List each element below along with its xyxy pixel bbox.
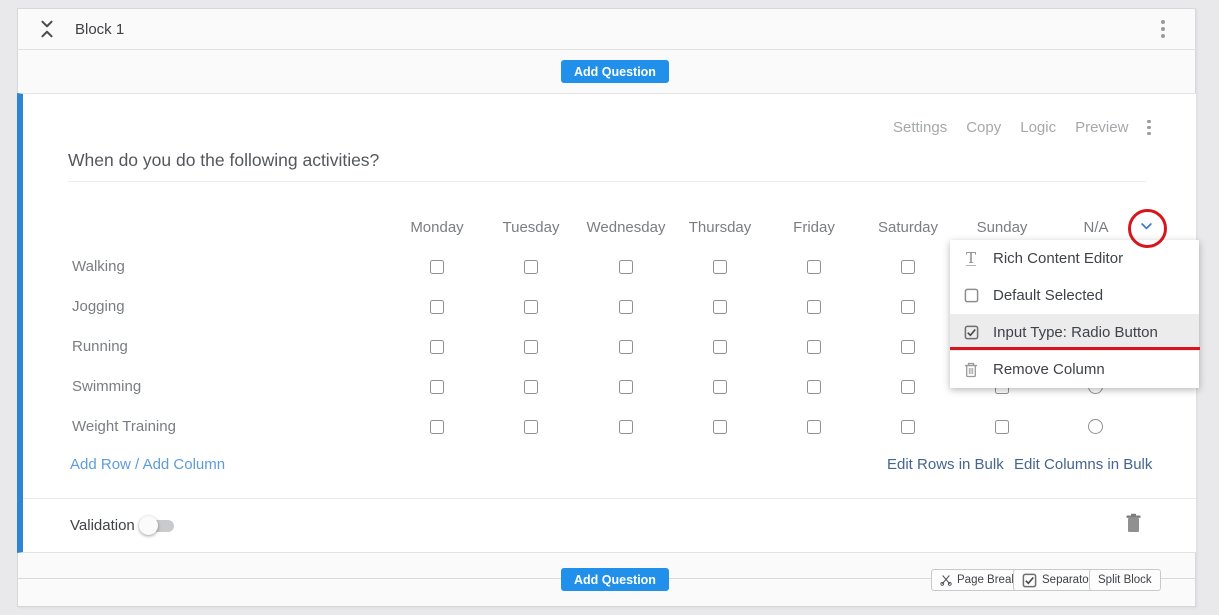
matrix-checkbox[interactable] <box>807 340 821 354</box>
question-menu-kebab-icon[interactable] <box>1147 120 1151 136</box>
matrix-checkbox[interactable] <box>807 420 821 434</box>
matrix-checkbox[interactable] <box>901 420 915 434</box>
logic-link[interactable]: Logic <box>1020 119 1056 136</box>
column-header[interactable]: N/A <box>1083 219 1108 236</box>
matrix-checkbox[interactable] <box>901 300 915 314</box>
column-header[interactable]: Monday <box>410 219 463 236</box>
matrix-checkbox[interactable] <box>807 300 821 314</box>
matrix-checkbox[interactable] <box>901 340 915 354</box>
matrix-checkbox[interactable] <box>524 260 538 274</box>
checkbox-checked-icon <box>1022 573 1037 588</box>
matrix-checkbox[interactable] <box>430 300 444 314</box>
checkbox-checked-icon <box>963 325 979 340</box>
column-header[interactable]: Tuesday <box>503 219 560 236</box>
menu-item-label: Remove Column <box>993 361 1105 378</box>
menu-item-remove-column[interactable]: Remove Column <box>950 351 1199 388</box>
settings-link[interactable]: Settings <box>893 119 947 136</box>
matrix-checkbox[interactable] <box>524 300 538 314</box>
footer-button-label: Page Break <box>957 574 1017 586</box>
matrix-checkbox[interactable] <box>713 300 727 314</box>
footer-button-label: Separator <box>1042 574 1093 586</box>
column-header[interactable]: Thursday <box>689 219 752 236</box>
validation-label: Validation <box>70 517 135 534</box>
matrix-checkbox[interactable] <box>901 380 915 394</box>
matrix-checkbox[interactable] <box>619 340 633 354</box>
block-header <box>17 8 1196 50</box>
matrix-checkbox[interactable] <box>901 260 915 274</box>
matrix-checkbox[interactable] <box>995 420 1009 434</box>
block-menu-kebab-icon[interactable] <box>1161 20 1165 38</box>
matrix-checkbox[interactable] <box>619 300 633 314</box>
add-column-link[interactable]: Add Column <box>143 456 226 473</box>
matrix-checkbox[interactable] <box>619 260 633 274</box>
row-label[interactable]: Running <box>72 338 128 355</box>
delete-question-trash-icon[interactable] <box>1125 513 1142 539</box>
matrix-checkbox[interactable] <box>619 420 633 434</box>
matrix-checkbox[interactable] <box>713 340 727 354</box>
matrix-checkbox[interactable] <box>524 380 538 394</box>
row-label[interactable]: Walking <box>72 258 125 275</box>
row-label[interactable]: Weight Training <box>72 418 176 435</box>
matrix-checkbox[interactable] <box>524 420 538 434</box>
edit-columns-bulk-link[interactable]: Edit Columns in Bulk <box>1014 456 1152 473</box>
matrix-checkbox[interactable] <box>619 380 633 394</box>
menu-item-label: Rich Content Editor <box>993 250 1123 267</box>
add-row-link[interactable]: Add Row <box>70 456 131 473</box>
matrix-checkbox[interactable] <box>713 260 727 274</box>
add-links: Add Row / Add Column <box>70 456 225 474</box>
rich-text-icon: T <box>963 251 979 266</box>
row-label[interactable]: Swimming <box>72 378 141 395</box>
block-title: Block 1 <box>75 21 124 38</box>
footer-button-label: Split Block <box>1098 574 1152 586</box>
title-underline <box>68 181 1146 182</box>
collapse-block-icon[interactable] <box>36 18 58 40</box>
annotation-underline <box>950 347 1200 350</box>
matrix-radio[interactable] <box>1088 419 1103 434</box>
matrix-checkbox[interactable] <box>430 340 444 354</box>
menu-item-default-selected[interactable]: Default Selected <box>950 277 1199 314</box>
matrix-checkbox[interactable] <box>430 380 444 394</box>
card-divider <box>23 498 1196 499</box>
column-header[interactable]: Saturday <box>878 219 938 236</box>
column-header[interactable]: Sunday <box>977 219 1028 236</box>
preview-link[interactable]: Preview <box>1075 119 1128 136</box>
survey-builder-canvas: Block 1 Add Question Settings Copy Logic… <box>0 0 1219 615</box>
menu-item-input-type-radio-button[interactable]: Input Type: Radio Button <box>950 314 1199 351</box>
column-header[interactable]: Friday <box>793 219 835 236</box>
matrix-checkbox[interactable] <box>430 260 444 274</box>
matrix-checkbox[interactable] <box>430 420 444 434</box>
menu-item-label: Input Type: Radio Button <box>993 324 1158 341</box>
add-links-separator: / <box>131 456 143 473</box>
checkbox-unchecked-icon <box>963 288 979 303</box>
add-question-button-bottom[interactable]: Add Question <box>561 568 669 591</box>
edit-rows-bulk-link[interactable]: Edit Rows in Bulk <box>887 456 1004 473</box>
question-title[interactable]: When do you do the following activities? <box>68 150 379 171</box>
add-question-button-top[interactable]: Add Question <box>561 60 669 83</box>
column-header[interactable]: Wednesday <box>587 219 666 236</box>
menu-item-rich-content-editor[interactable]: T Rich Content Editor <box>950 240 1199 277</box>
matrix-checkbox[interactable] <box>807 380 821 394</box>
validation-toggle[interactable] <box>139 515 175 537</box>
matrix-checkbox[interactable] <box>524 340 538 354</box>
row-label[interactable]: Jogging <box>72 298 125 315</box>
scissors-icon <box>940 574 952 586</box>
annotation-circle <box>1128 209 1167 248</box>
page-break-button[interactable]: Page Break <box>931 569 1026 591</box>
question-toolbar: Settings Copy Logic Preview <box>893 119 1151 136</box>
trash-icon <box>963 362 979 378</box>
matrix-checkbox[interactable] <box>807 260 821 274</box>
matrix-checkbox[interactable] <box>713 420 727 434</box>
menu-item-label: Default Selected <box>993 287 1103 304</box>
split-block-button[interactable]: Split Block <box>1089 569 1161 591</box>
copy-link[interactable]: Copy <box>966 119 1001 136</box>
matrix-checkbox[interactable] <box>713 380 727 394</box>
